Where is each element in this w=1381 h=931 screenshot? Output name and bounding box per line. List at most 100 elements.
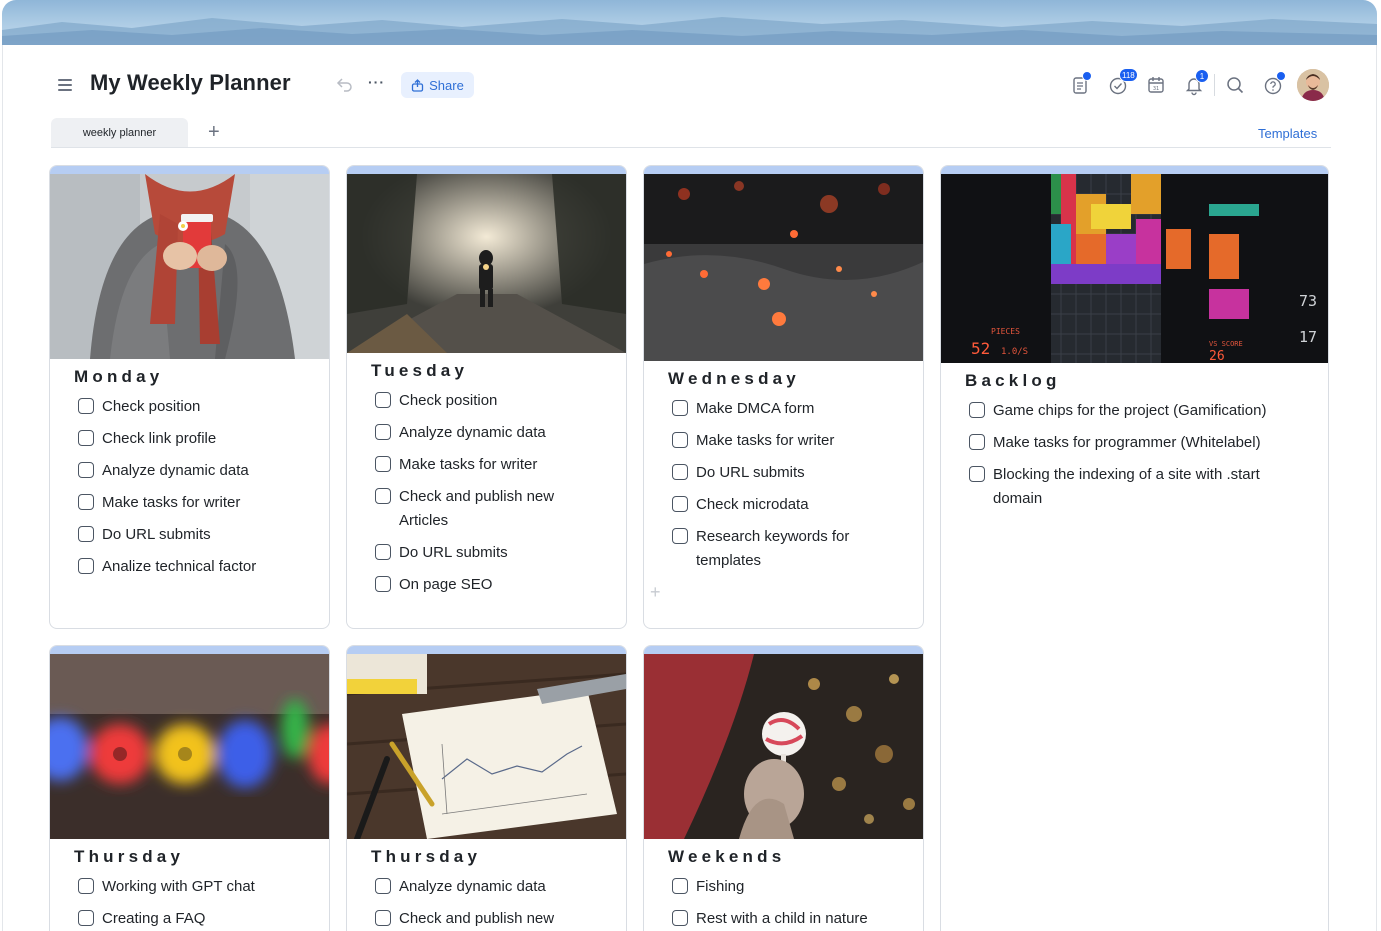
board-title[interactable]: Backlog [965, 371, 1061, 391]
undo-icon[interactable] [336, 76, 356, 94]
task-label: Rest with a child in nature [696, 910, 868, 927]
task-item[interactable]: Do URL submits [672, 461, 805, 485]
task-item[interactable]: Make tasks for writer [672, 429, 834, 453]
calendar-icon[interactable]: 31 [1145, 74, 1167, 96]
task-item[interactable]: Working with GPT chat [78, 875, 255, 899]
user-avatar[interactable] [1297, 69, 1329, 101]
more-options-icon[interactable]: ··· [368, 74, 386, 92]
task-item[interactable]: Analize technical factor [78, 555, 256, 579]
board-card-monday: Monday Check position Check link profile… [49, 165, 330, 629]
notes-icon[interactable] [1069, 71, 1092, 96]
task-label: Make DMCA form [696, 400, 815, 417]
weekends-cover-image [644, 654, 923, 839]
task-item[interactable]: Make tasks for writer [375, 453, 537, 477]
tab-weekly-planner[interactable]: weekly planner [51, 118, 188, 148]
card-color-bar [347, 646, 626, 654]
card-color-bar [941, 166, 1328, 174]
task-checkbox[interactable] [375, 544, 391, 560]
task-item[interactable]: Game chips for the project (Gamification… [969, 399, 1266, 423]
task-checkbox[interactable] [672, 496, 688, 512]
tasks-check-icon[interactable]: 118 [1107, 68, 1138, 96]
tasks-badge: 118 [1119, 68, 1138, 82]
task-checkbox[interactable] [375, 910, 391, 926]
board-title[interactable]: Thursday [371, 847, 481, 867]
templates-link[interactable]: Templates [1258, 126, 1317, 141]
task-item[interactable]: Creating a FAQ [78, 907, 205, 931]
task-label: Blocking the indexing of a site with .st… [993, 466, 1260, 507]
add-tab-icon[interactable]: + [208, 121, 226, 143]
wednesday-cover-image [644, 174, 923, 361]
task-checkbox[interactable] [78, 398, 94, 414]
task-checkbox[interactable] [375, 424, 391, 440]
share-button[interactable]: Share [401, 72, 474, 98]
task-checkbox[interactable] [375, 576, 391, 592]
task-checkbox[interactable] [969, 434, 985, 450]
task-checkbox[interactable] [375, 488, 391, 504]
task-item[interactable]: Research keywords for templates [672, 525, 882, 573]
search-icon[interactable] [1224, 74, 1246, 96]
board-card-wednesday: Wednesday Make DMCA form Make tasks for … [643, 165, 924, 629]
share-label: Share [429, 77, 464, 93]
card-color-bar [50, 166, 329, 174]
task-checkbox[interactable] [78, 558, 94, 574]
task-checkbox[interactable] [375, 392, 391, 408]
board-title[interactable]: Weekends [668, 847, 785, 867]
task-checkbox[interactable] [672, 878, 688, 894]
task-checkbox[interactable] [672, 910, 688, 926]
notifications-badge: 1 [1195, 69, 1209, 83]
task-checkbox[interactable] [375, 878, 391, 894]
task-checkbox[interactable] [672, 400, 688, 416]
task-label: Make tasks for programmer (Whitelabel) [993, 434, 1261, 451]
task-item[interactable]: Check position [78, 395, 200, 419]
board-card-weekends: Weekends Fishing Rest with a child in na… [643, 645, 924, 931]
hamburger-menu-icon[interactable] [56, 76, 74, 94]
task-item[interactable]: Analyze dynamic data [78, 459, 249, 483]
task-checkbox[interactable] [672, 464, 688, 480]
task-label: Check and publish new [399, 910, 555, 927]
task-checkbox[interactable] [78, 878, 94, 894]
board-card-backlog: PIECES 52 1.0/S VS SCORE 26 73 17 Backlo… [940, 165, 1329, 931]
task-checkbox[interactable] [969, 466, 985, 482]
task-item[interactable]: Check and publish new [375, 907, 554, 931]
task-item[interactable]: Check microdata [672, 493, 809, 517]
board-card-thursday-2: Thursday Analyze dynamic data Check and … [346, 645, 627, 931]
card-color-bar [347, 166, 626, 174]
task-item[interactable]: Make tasks for programmer (Whitelabel) [969, 431, 1261, 455]
task-item[interactable]: Blocking the indexing of a site with .st… [969, 463, 1299, 511]
task-checkbox[interactable] [78, 494, 94, 510]
task-item[interactable]: Check link profile [78, 427, 216, 451]
task-item[interactable]: Check and publish new Articles [375, 485, 595, 533]
help-icon[interactable] [1262, 71, 1286, 96]
task-item[interactable]: Do URL submits [375, 541, 508, 565]
task-item[interactable]: Analyze dynamic data [375, 421, 546, 445]
task-checkbox[interactable] [969, 402, 985, 418]
task-label: Working with GPT chat [102, 878, 255, 895]
task-item[interactable]: Fishing [672, 875, 744, 899]
task-item[interactable]: On page SEO [375, 573, 492, 597]
task-checkbox[interactable] [78, 910, 94, 926]
task-item[interactable]: Rest with a child in nature [672, 907, 868, 931]
bell-icon[interactable]: 1 [1183, 69, 1209, 96]
board-title[interactable]: Monday [74, 367, 163, 387]
task-checkbox[interactable] [672, 432, 688, 448]
card-color-bar [50, 646, 329, 654]
monday-cover-image [50, 174, 329, 359]
task-item[interactable]: Check position [375, 389, 497, 413]
board-title[interactable]: Tuesday [371, 361, 468, 381]
task-checkbox[interactable] [672, 528, 688, 544]
task-checkbox[interactable] [78, 526, 94, 542]
task-item[interactable]: Do URL submits [78, 523, 211, 547]
svg-text:31: 31 [1153, 86, 1159, 92]
svg-text:26: 26 [1209, 349, 1225, 363]
task-item[interactable]: Analyze dynamic data [375, 875, 546, 899]
add-task-icon[interactable]: + [650, 582, 661, 603]
task-checkbox[interactable] [375, 456, 391, 472]
page-title[interactable]: My Weekly Planner [90, 70, 291, 96]
task-item[interactable]: Make DMCA form [672, 397, 814, 421]
board-title[interactable]: Wednesday [668, 369, 800, 389]
board-title[interactable]: Thursday [74, 847, 184, 867]
task-checkbox[interactable] [78, 430, 94, 446]
task-checkbox[interactable] [78, 462, 94, 478]
svg-text:73: 73 [1299, 292, 1317, 310]
task-item[interactable]: Make tasks for writer [78, 491, 240, 515]
